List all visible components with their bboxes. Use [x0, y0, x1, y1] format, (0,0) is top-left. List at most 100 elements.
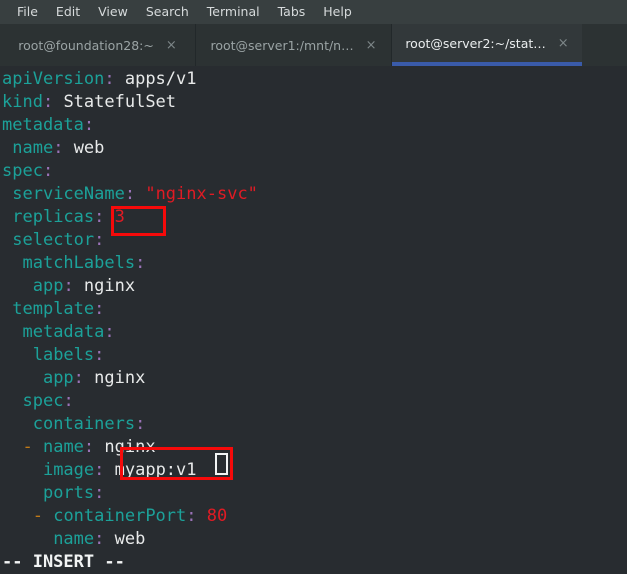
yaml-line[interactable]: - name: nginx: [0, 436, 627, 459]
menu-bar: File Edit View Search Terminal Tabs Help: [0, 0, 627, 24]
yaml-colon: :: [94, 230, 105, 250]
menu-item-terminal[interactable]: Terminal: [198, 0, 269, 24]
yaml-value: apps/v1: [114, 69, 197, 89]
yaml-line[interactable]: serviceName: "nginx-svc": [0, 183, 627, 206]
yaml-colon: :: [94, 529, 105, 549]
yaml-value: nginx: [94, 437, 156, 457]
yaml-line[interactable]: replicas: 3: [0, 206, 627, 229]
yaml-colon: :: [53, 138, 64, 158]
yaml-colon: :: [94, 345, 105, 365]
yaml-key: containers: [32, 414, 136, 434]
yaml-key: apiVersion: [2, 69, 105, 89]
yaml-colon: :: [94, 483, 105, 503]
yaml-key: app: [42, 368, 74, 388]
yaml-line[interactable]: metadata:: [0, 321, 627, 344]
yaml-colon: :: [83, 115, 95, 135]
yaml-colon: :: [104, 322, 115, 342]
yaml-key: matchLabels: [22, 253, 136, 273]
yaml-colon: :: [94, 460, 105, 480]
yaml-line[interactable]: matchLabels:: [0, 252, 627, 275]
menu-item-edit[interactable]: Edit: [47, 0, 89, 24]
yaml-line[interactable]: app: nginx: [0, 275, 627, 298]
yaml-value: 3: [104, 207, 125, 227]
terminal-viewport[interactable]: apiVersion: apps/v1 kind: StatefulSet meta…: [0, 66, 627, 574]
yaml-value: "nginx-svc": [135, 184, 258, 204]
yaml-colon: :: [42, 161, 54, 181]
yaml-value: nginx: [83, 368, 146, 388]
menu-item-search[interactable]: Search: [137, 0, 198, 24]
yaml-line[interactable]: name: web: [0, 137, 627, 160]
yaml-key: spec: [22, 391, 64, 411]
close-icon[interactable]: ×: [558, 37, 569, 50]
yaml-line[interactable]: labels:: [0, 344, 627, 367]
close-icon[interactable]: ×: [166, 39, 177, 52]
menu-item-view[interactable]: View: [89, 0, 137, 24]
vim-status-line: -- INSERT --: [2, 552, 125, 572]
yaml-line[interactable]: name: web: [0, 528, 627, 551]
tab-server1[interactable]: root@server1:/mnt/n… ×: [196, 24, 391, 66]
yaml-editor-buffer[interactable]: apiVersion: apps/v1 kind: StatefulSet meta…: [0, 68, 627, 551]
yaml-value: web: [63, 138, 105, 158]
yaml-colon: :: [42, 92, 54, 112]
yaml-line[interactable]: spec:: [0, 160, 627, 183]
yaml-line[interactable]: ports:: [0, 482, 627, 505]
yaml-key: ports: [42, 483, 95, 503]
close-icon[interactable]: ×: [366, 39, 377, 52]
yaml-value: StatefulSet: [53, 92, 177, 112]
list-dash: -: [22, 437, 43, 457]
yaml-line[interactable]: selector:: [0, 229, 627, 252]
yaml-colon: :: [63, 391, 74, 411]
yaml-key: template: [12, 299, 95, 319]
yaml-value: web: [104, 529, 146, 549]
yaml-colon: :: [186, 506, 197, 526]
menu-item-file[interactable]: File: [8, 0, 47, 24]
yaml-key: labels: [32, 345, 95, 365]
tab-title: root@server1:/mnt/n…: [210, 37, 354, 53]
yaml-line[interactable]: spec:: [0, 390, 627, 413]
yaml-line[interactable]: apiVersion: apps/v1: [0, 68, 627, 91]
yaml-colon: :: [124, 184, 136, 204]
text-cursor: [215, 453, 228, 475]
yaml-line[interactable]: template:: [0, 298, 627, 321]
yaml-colon: :: [135, 253, 146, 273]
yaml-key: metadata: [22, 322, 105, 342]
yaml-value: myapp:v1: [104, 460, 197, 480]
tab-title: root@foundation28:~: [18, 37, 154, 53]
tab-server2[interactable]: root@server2:~/stat… ×: [392, 24, 582, 66]
yaml-colon: :: [104, 69, 115, 89]
yaml-colon: :: [94, 299, 105, 319]
menu-item-tabs[interactable]: Tabs: [269, 0, 315, 24]
list-dash: -: [32, 506, 54, 526]
yaml-key: replicas: [12, 207, 95, 227]
tab-title: root@server2:~/stat…: [405, 35, 546, 51]
yaml-line[interactable]: kind: StatefulSet: [0, 91, 627, 114]
yaml-colon: :: [73, 368, 84, 388]
yaml-key: app: [32, 276, 64, 296]
yaml-line[interactable]: containers:: [0, 413, 627, 436]
tab-bar: root@foundation28:~ × root@server1:/mnt/…: [0, 24, 627, 66]
menu-item-help[interactable]: Help: [314, 0, 361, 24]
yaml-key: name: [12, 138, 54, 158]
yaml-line[interactable]: - containerPort: 80: [0, 505, 627, 528]
yaml-line[interactable]: image: myapp:v1: [0, 459, 627, 482]
tab-foundation28[interactable]: root@foundation28:~ ×: [0, 24, 195, 66]
yaml-key: name: [53, 529, 95, 549]
yaml-key: spec: [2, 161, 43, 181]
yaml-line[interactable]: app: nginx: [0, 367, 627, 390]
yaml-key: containerPort: [53, 506, 187, 526]
yaml-line[interactable]: metadata:: [0, 114, 627, 137]
yaml-colon: :: [63, 276, 74, 296]
